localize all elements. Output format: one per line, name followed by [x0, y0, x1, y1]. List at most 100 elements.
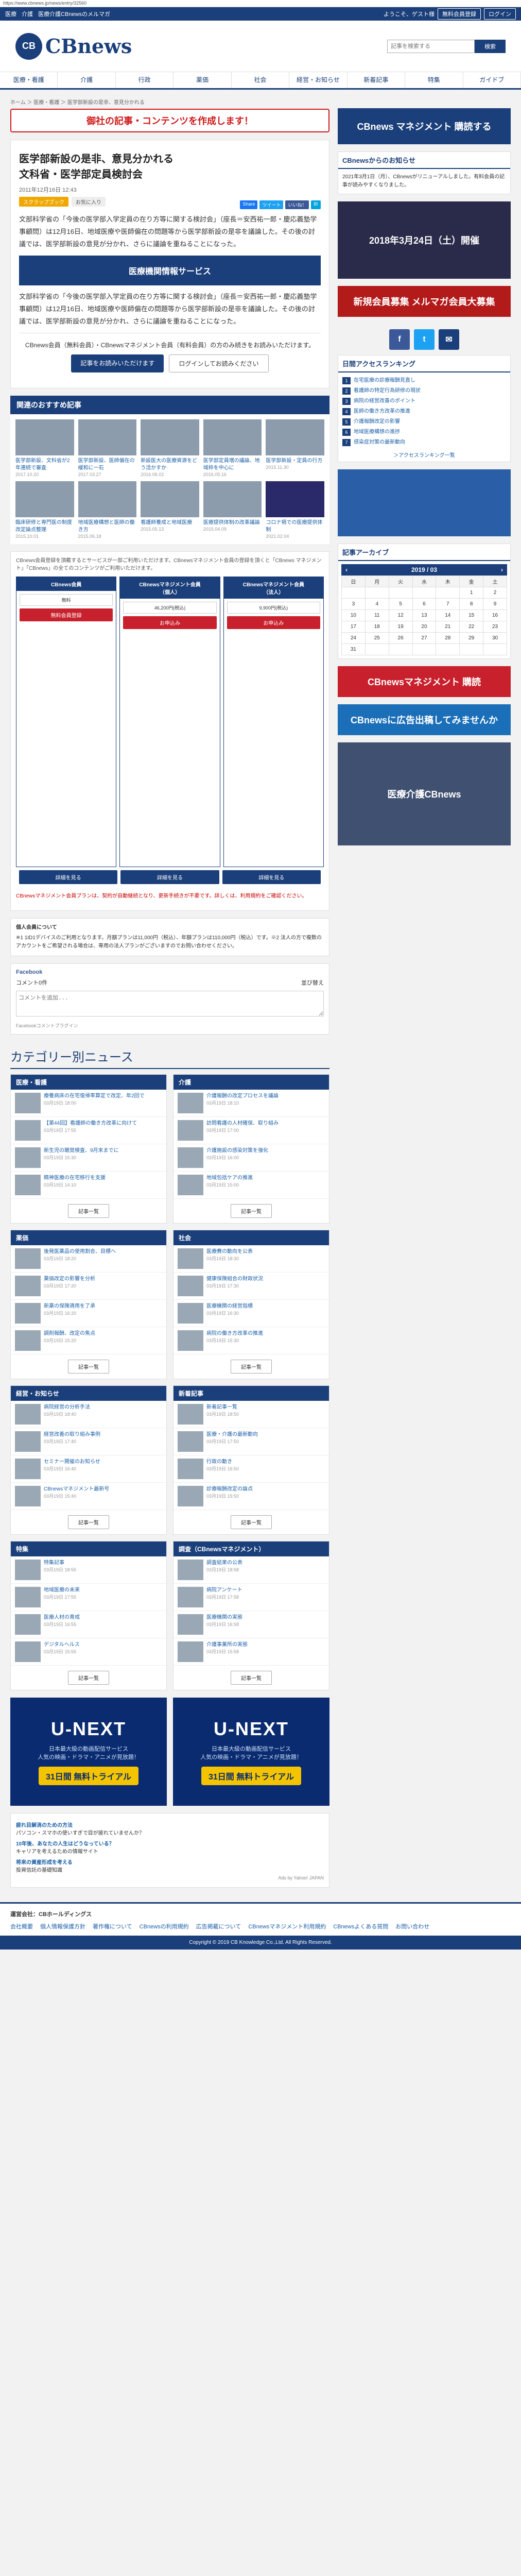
category-item[interactable]: 病院の働き方改革の推進 03月19日 15:30	[173, 1327, 329, 1354]
nav-item-society[interactable]: 社会	[232, 72, 290, 88]
recommend-item[interactable]: 医学部定員増の議論、地域枠を中心に 2016.05.16	[203, 419, 262, 477]
footer-link[interactable]: お問い合わせ	[395, 1922, 429, 1930]
twitter-icon[interactable]: t	[414, 329, 435, 350]
scrap-tag[interactable]: スクラップブック	[19, 197, 68, 207]
recommend-item[interactable]: 医学部新設、文科省が2年連続で審査 2017.10.20	[15, 419, 74, 477]
category-more-button[interactable]: 記事一覧	[68, 1204, 109, 1218]
category-item[interactable]: 精神医療の在宅移行を支援 03月19日 14:10	[11, 1172, 166, 1199]
category-item[interactable]: 地域包括ケアの推進 03月19日 15:00	[173, 1172, 329, 1199]
category-more-button[interactable]: 記事一覧	[68, 1515, 109, 1529]
side-top-ad[interactable]: CBnews マネジメント 購読する	[338, 108, 511, 144]
recommend-item[interactable]: 医学部新設・定員の行方 2015.11.30	[266, 419, 324, 477]
ad-link-title[interactable]: 将来の資産形成を考える	[16, 1859, 324, 1867]
category-item[interactable]: 医療機関の実態 03月19日 16:58	[173, 1611, 329, 1638]
plan-detail-button[interactable]: 詳細を見る	[19, 870, 118, 884]
login-button[interactable]: ログイン	[484, 8, 516, 20]
calendar-day[interactable]: 8	[459, 598, 484, 610]
footer-link[interactable]: 会社概要	[10, 1922, 33, 1930]
footer-link[interactable]: CBnewsマネジメント利用規約	[248, 1922, 326, 1930]
category-item[interactable]: 医療・介護の最新動向 03月19日 17:50	[173, 1428, 329, 1455]
category-item[interactable]: デジタルヘルス 03月19日 15:55	[11, 1638, 166, 1666]
calendar-day[interactable]: 10	[341, 609, 366, 621]
nav-item-medical[interactable]: 医療・看護	[0, 72, 58, 88]
calendar-day[interactable]: 4	[364, 598, 389, 610]
calendar-day[interactable]: 15	[459, 609, 484, 621]
side-ad-3[interactable]: 新規会員募集 メルマガ会員大募集	[338, 286, 511, 317]
read-signup-button[interactable]: ログインしてお読みください	[169, 354, 269, 372]
calendar-day[interactable]: 19	[388, 621, 413, 633]
search-button[interactable]: 検索	[475, 39, 506, 53]
unext-ad[interactable]: U-NEXT 日本最大級の動画配信サービス 人気の映画・ドラマ・アニメが見放題！…	[173, 1698, 329, 1806]
calendar-day[interactable]: 29	[459, 632, 484, 644]
category-item[interactable]: 地域医療の未来 03月19日 17:55	[11, 1584, 166, 1611]
favorite-tag[interactable]: お気に入り	[72, 197, 106, 207]
ranking-item[interactable]: 5 介護報酬改定の影響	[342, 417, 506, 427]
side-ad-promo[interactable]	[338, 469, 511, 536]
footer-link[interactable]: CBnewsよくある質問	[333, 1922, 388, 1930]
calendar-day[interactable]: 31	[341, 643, 366, 655]
nav-item-drug[interactable]: 薬価	[173, 72, 232, 88]
nav-item-new[interactable]: 新着記事	[348, 72, 406, 88]
calendar-day[interactable]: 6	[412, 598, 437, 610]
category-item[interactable]: 新生児の聴覚検査、9月末までに 03月19日 15:30	[11, 1144, 166, 1172]
plan-button[interactable]: 無料会員登録	[20, 608, 113, 621]
comment-input[interactable]	[16, 991, 324, 1016]
footer-link[interactable]: 個人情報保護方針	[40, 1922, 85, 1930]
category-more-button[interactable]: 記事一覧	[231, 1515, 272, 1529]
category-item[interactable]: 調剤報酬、改定の焦点 03月19日 15:20	[11, 1327, 166, 1354]
top-link-1[interactable]: 医療	[5, 10, 16, 18]
calendar-day[interactable]: 22	[459, 621, 484, 633]
calendar-day[interactable]: 30	[483, 632, 507, 644]
category-item[interactable]: 療養病床の在宅復帰率算定で改定、年2回で 03月19日 18:00	[11, 1090, 166, 1117]
ranking-item[interactable]: 3 病院の経営改善のポイント	[342, 396, 506, 406]
calendar-day[interactable]: 13	[412, 609, 437, 621]
recommend-item[interactable]: 地域医療構想と医師の働き方 2015.06.18	[78, 481, 137, 539]
recommend-item[interactable]: 新設医大の医療資源をどう活かすか 2016.06.02	[141, 419, 199, 477]
nav-item-care[interactable]: 介護	[58, 72, 116, 88]
mail-icon[interactable]: ✉	[439, 329, 459, 350]
calendar-day[interactable]: 21	[436, 621, 460, 633]
category-item[interactable]: 健康保険組合の財政状況 03月19日 17:30	[173, 1273, 329, 1300]
category-item[interactable]: 医療人材の育成 03月19日 16:55	[11, 1611, 166, 1638]
footer-link[interactable]: 著作権について	[93, 1922, 132, 1930]
calendar-day[interactable]: 24	[341, 632, 366, 644]
category-item[interactable]: 薬価改定の影響を分析 03月19日 17:20	[11, 1273, 166, 1300]
calendar-day[interactable]: 2	[483, 587, 507, 599]
footer-link[interactable]: CBnewsの利用規約	[140, 1922, 189, 1930]
category-item[interactable]: 介護事業所の実態 03月19日 15:58	[173, 1638, 329, 1666]
category-more-button[interactable]: 記事一覧	[231, 1204, 272, 1218]
calendar-day[interactable]: 18	[364, 621, 389, 633]
calendar-day[interactable]: 20	[412, 621, 437, 633]
recommend-item[interactable]: 医学部新設、医師偏在の緩和に一石 2017.03.27	[78, 419, 137, 477]
category-more-button[interactable]: 記事一覧	[231, 1360, 272, 1374]
category-item[interactable]: 医療費の動向を公表 03月19日 18:30	[173, 1245, 329, 1273]
read-login-button[interactable]: 記事をお読みいただけます	[71, 354, 164, 372]
nav-item-business[interactable]: 経営・お知らせ	[289, 72, 348, 88]
side-ad-6[interactable]: 医療介護CBnews	[338, 742, 511, 845]
side-ad-5[interactable]: CBnewsに広告出稿してみませんか	[338, 704, 511, 735]
facebook-icon[interactable]: f	[389, 329, 410, 350]
search-input[interactable]	[387, 39, 475, 53]
category-item[interactable]: 経営改善の取り組み事例 03月19日 17:40	[11, 1428, 166, 1455]
ranking-more-link[interactable]: ＞アクセスランキング一覧	[342, 451, 506, 459]
calendar-day[interactable]: 7	[436, 598, 460, 610]
calendar-next-icon[interactable]: ›	[501, 566, 503, 573]
calendar-day[interactable]: 11	[364, 609, 389, 621]
category-item[interactable]: 病院経営の分析手法 03月19日 18:40	[11, 1401, 166, 1428]
plan-detail-button[interactable]: 詳細を見る	[120, 870, 219, 884]
ranking-item[interactable]: 7 感染症対策の最新動向	[342, 437, 506, 448]
red-banner[interactable]: 御社の記事・コンテンツを作成します！	[10, 109, 329, 132]
category-item[interactable]: 調査結果の公表 03月19日 18:58	[173, 1556, 329, 1584]
ranking-item[interactable]: 4 医師の働き方改革の推進	[342, 406, 506, 417]
calendar-day[interactable]: 16	[483, 609, 507, 621]
comment-sort[interactable]: 並び替え	[301, 978, 324, 987]
share-fb-button[interactable]: Share	[240, 200, 258, 209]
category-item[interactable]: 新着記事一覧 03月19日 18:50	[173, 1401, 329, 1428]
side-ad-4[interactable]: CBnewsマネジメント 購読	[338, 666, 511, 697]
category-item[interactable]: 診療報酬改定の論点 03月19日 15:50	[173, 1483, 329, 1510]
ranking-item[interactable]: 2 看護師の特定行為研修の現状	[342, 386, 506, 396]
plan-button[interactable]: お申込み	[227, 616, 320, 629]
calendar-day[interactable]: 27	[412, 632, 437, 644]
category-more-button[interactable]: 記事一覧	[231, 1671, 272, 1685]
ad-link-title[interactable]: 10年後、あなたの人生はどうなっている？	[16, 1840, 324, 1848]
